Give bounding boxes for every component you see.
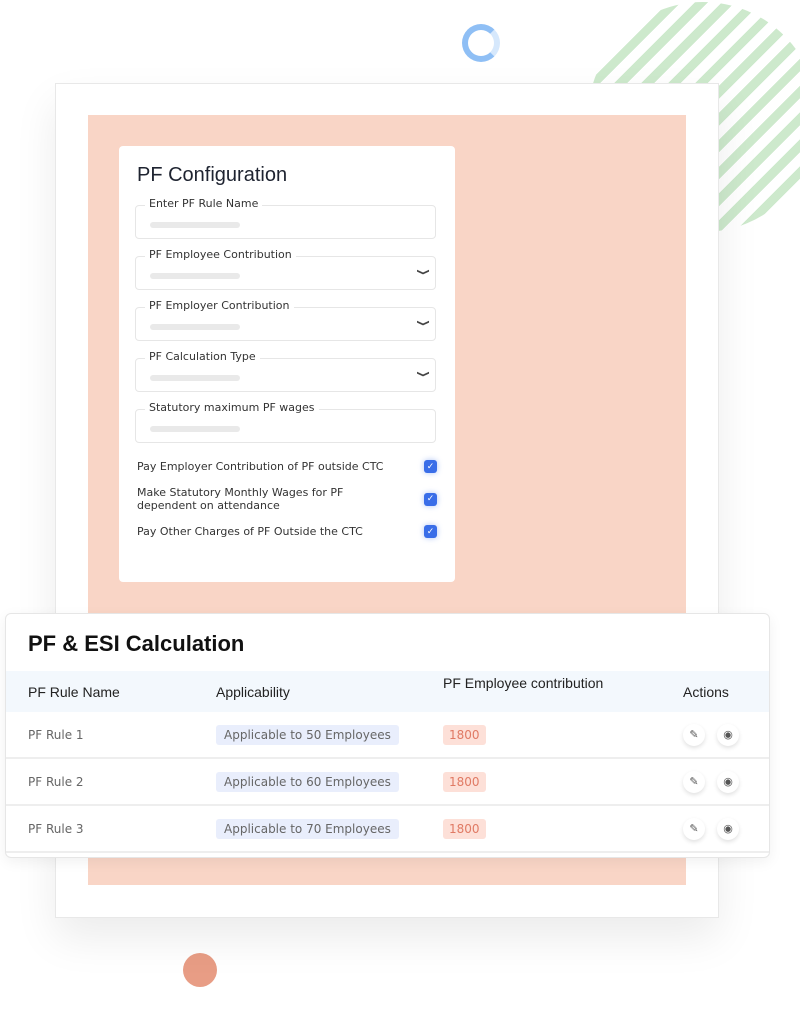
field-placeholder (150, 324, 240, 330)
edit-icon[interactable]: ✎ (683, 770, 705, 793)
field-label: PF Employer Contribution (145, 299, 294, 312)
applicability-pill: Applicable to 50 Employees (216, 724, 399, 745)
rule-name: PF Rule 2 (28, 774, 84, 789)
field-label: PF Calculation Type (145, 350, 260, 363)
edit-icon[interactable]: ✎ (683, 723, 705, 746)
table-row: PF Rule 3 Applicable to 70 Employees 180… (6, 806, 769, 853)
contribution-badge: 1800 (443, 818, 486, 839)
field-placeholder (150, 273, 240, 279)
checkbox[interactable]: ✓ (424, 460, 437, 473)
checkbox-label: Pay Other Charges of PF Outside the CTC (137, 525, 363, 538)
pf-esi-table: PF & ESI Calculation PF Rule Name Applic… (5, 613, 770, 858)
contribution-badge: 1800 (443, 771, 486, 792)
pf-configuration-form: PF Configuration Enter PF Rule Name PF E… (119, 146, 455, 582)
input-field[interactable]: Statutory maximum PF wages (135, 401, 436, 443)
checkbox-label: Make Statutory Monthly Wages for PF depe… (137, 486, 344, 512)
checkbox[interactable]: ✓ (424, 492, 437, 506)
view-eye-icon[interactable]: ◉ (717, 817, 739, 840)
field-placeholder (150, 375, 240, 381)
table-row: PF Rule 1 Applicable to 50 Employees 180… (6, 712, 769, 759)
applicability-pill: Applicable to 70 Employees (216, 818, 399, 839)
select-field[interactable]: PF Calculation Type ❯ (135, 350, 436, 392)
field-label: PF Employee Contribution (145, 248, 296, 261)
form-title: PF Configuration (137, 164, 288, 186)
select-field[interactable]: PF Employer Contribution ❯ (135, 299, 436, 341)
header-contribution: PF Employee contribution (443, 675, 604, 691)
header-applicability: Applicability (216, 683, 290, 700)
table-header: PF Rule Name Applicability PF Employee c… (6, 671, 769, 712)
select-field[interactable]: PF Employee Contribution ❯ (135, 248, 436, 290)
view-eye-icon[interactable]: ◉ (717, 723, 739, 746)
table-row: PF Rule 2 Applicable to 60 Employees 180… (6, 759, 769, 806)
contribution-badge: 1800 (443, 724, 486, 745)
field-placeholder (150, 426, 240, 432)
chevron-down-icon: ❯ (416, 370, 431, 378)
decorative-dot (183, 953, 217, 987)
header-actions: Actions (683, 683, 729, 700)
table-title: PF & ESI Calculation (28, 631, 245, 656)
chevron-down-icon: ❯ (416, 319, 431, 327)
edit-icon[interactable]: ✎ (683, 817, 705, 840)
decorative-ring (462, 24, 500, 62)
checkbox[interactable]: ✓ (424, 525, 437, 538)
chevron-down-icon: ❯ (416, 268, 431, 276)
view-eye-icon[interactable]: ◉ (717, 770, 739, 793)
checkbox-row: Make Statutory Monthly Wages for PF depe… (137, 486, 437, 512)
field-label: Statutory maximum PF wages (145, 401, 319, 414)
checkbox-row: Pay Employer Contribution of PF outside … (137, 460, 437, 473)
applicability-pill: Applicable to 60 Employees (216, 771, 399, 792)
rule-name: PF Rule 1 (28, 727, 84, 742)
checkbox-label: Pay Employer Contribution of PF outside … (137, 460, 384, 473)
field-label: Enter PF Rule Name (145, 197, 263, 210)
header-rule-name: PF Rule Name (28, 683, 120, 700)
field-placeholder (150, 222, 240, 228)
checkbox-row: Pay Other Charges of PF Outside the CTC … (137, 525, 437, 538)
rule-name: PF Rule 3 (28, 821, 84, 836)
input-field[interactable]: Enter PF Rule Name (135, 197, 436, 239)
